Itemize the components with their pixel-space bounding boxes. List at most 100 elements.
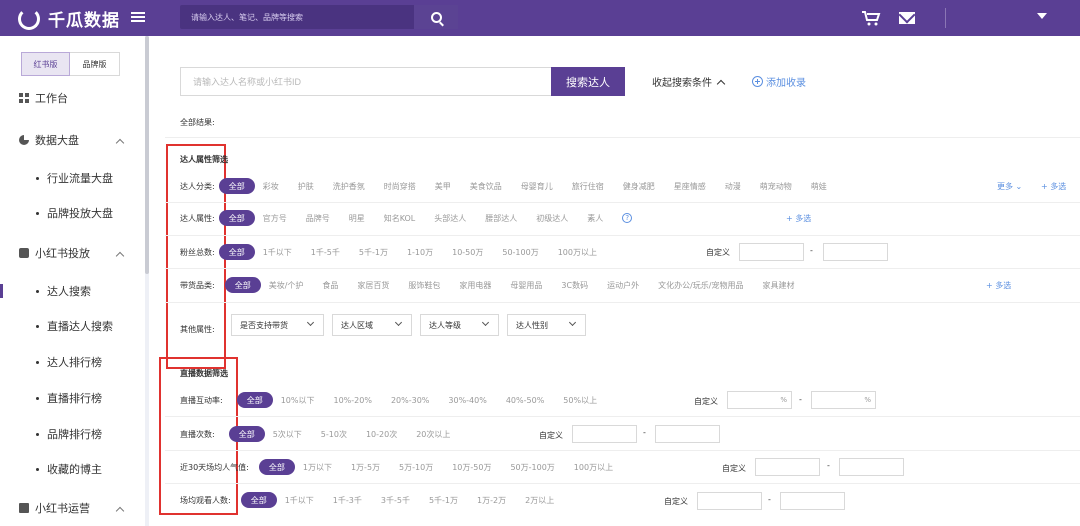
filter-option[interactable]: 健身减肥 bbox=[623, 181, 655, 192]
filter-option[interactable]: 20%-30% bbox=[391, 396, 429, 405]
filter-option[interactable]: 星座情感 bbox=[674, 181, 706, 192]
filter-option[interactable]: 母婴育儿 bbox=[521, 181, 553, 192]
filter-option[interactable]: 5万-10万 bbox=[399, 462, 433, 473]
filter-option-all[interactable]: 全部 bbox=[224, 277, 261, 293]
custom-min-input[interactable] bbox=[739, 243, 804, 261]
filter-option[interactable]: 30%-40% bbox=[448, 396, 486, 405]
filter-option[interactable]: 5-10次 bbox=[321, 429, 347, 440]
sidebar-item-brand-ranking[interactable]: 品牌排行榜 bbox=[36, 425, 102, 443]
dropdown-gender[interactable]: 达人性别 bbox=[507, 314, 586, 336]
filter-option-all[interactable]: 全部 bbox=[236, 392, 273, 408]
custom-min-input[interactable]: % bbox=[727, 391, 792, 409]
cart-icon[interactable] bbox=[861, 10, 881, 26]
filter-option[interactable]: 10-50万 bbox=[452, 247, 483, 258]
custom-max-input[interactable]: % bbox=[811, 391, 876, 409]
chevron-up-icon[interactable] bbox=[115, 506, 125, 516]
filter-option[interactable]: 1千以下 bbox=[285, 495, 314, 506]
filter-option[interactable]: 3C数码 bbox=[561, 280, 588, 291]
tab-brand[interactable]: 品牌版 bbox=[70, 52, 120, 76]
dropdown-support-goods[interactable]: 是否支持带货 bbox=[231, 314, 324, 336]
add-favorite-link[interactable]: 添加收录 bbox=[752, 74, 806, 89]
filter-option[interactable]: 初级达人 bbox=[536, 213, 568, 224]
filter-option[interactable]: 食品 bbox=[322, 280, 338, 291]
help-icon[interactable]: ? bbox=[622, 213, 633, 223]
filter-option[interactable]: 时尚穿搭 bbox=[384, 181, 416, 192]
kol-search-input[interactable] bbox=[181, 68, 551, 95]
collapse-filters-toggle[interactable]: 收起搜索条件 bbox=[652, 74, 726, 89]
filter-option[interactable]: 素人 bbox=[587, 213, 603, 224]
filter-option[interactable]: 10%-20% bbox=[333, 396, 371, 405]
filter-option-all[interactable]: 全部 bbox=[258, 459, 295, 475]
filter-option[interactable]: 10-20次 bbox=[366, 429, 397, 440]
sidebar-item-kol-search[interactable]: 达人搜索 bbox=[36, 282, 91, 300]
filter-option[interactable]: 10万-50万 bbox=[452, 462, 491, 473]
filter-option-all[interactable]: 全部 bbox=[218, 244, 255, 260]
multi-select-goods[interactable]: + 多选 bbox=[986, 280, 1011, 291]
sidebar-item-redbook-ads[interactable]: 小红书投放 bbox=[19, 243, 90, 263]
mail-icon[interactable] bbox=[899, 12, 915, 24]
filter-option[interactable]: 母婴用品 bbox=[510, 280, 542, 291]
filter-option[interactable]: 50万-100万 bbox=[510, 462, 554, 473]
filter-option[interactable]: 1万以下 bbox=[303, 462, 332, 473]
filter-option[interactable]: 彩妆 bbox=[263, 181, 279, 192]
filter-option[interactable]: 家用电器 bbox=[459, 280, 491, 291]
filter-option[interactable]: 5次以下 bbox=[273, 429, 302, 440]
filter-option[interactable]: 20次以上 bbox=[416, 429, 450, 440]
tab-redbook[interactable]: 红书版 bbox=[21, 52, 70, 76]
filter-option[interactable]: 美食饮品 bbox=[470, 181, 502, 192]
dropdown-level[interactable]: 达人等级 bbox=[420, 314, 499, 336]
filter-option[interactable]: 100万以上 bbox=[558, 247, 597, 258]
filter-option[interactable]: 官方号 bbox=[263, 213, 287, 224]
filter-option[interactable]: 40%-50% bbox=[506, 396, 544, 405]
sidebar-item-workbench[interactable]: 工作台 bbox=[19, 88, 68, 108]
filter-option[interactable]: 品牌号 bbox=[306, 213, 330, 224]
global-search-button[interactable] bbox=[414, 5, 458, 29]
filter-option[interactable]: 1千-5千 bbox=[311, 247, 340, 258]
custom-min-input[interactable] bbox=[697, 492, 762, 510]
more-categories-link[interactable]: 更多 ⌄ bbox=[997, 181, 1022, 192]
sidebar-item-favorites[interactable]: 收藏的博主 bbox=[36, 460, 102, 478]
filter-option[interactable]: 动漫 bbox=[725, 181, 741, 192]
filter-option[interactable]: 美妆/个护 bbox=[269, 280, 304, 291]
filter-option[interactable]: 1千以下 bbox=[263, 247, 292, 258]
custom-max-input[interactable] bbox=[780, 492, 845, 510]
sidebar-item-redbook-ops[interactable]: 小红书运营 bbox=[19, 498, 90, 518]
brand-logo[interactable]: 千瓜数据 bbox=[18, 6, 120, 31]
filter-option[interactable]: 50%以上 bbox=[563, 395, 597, 406]
filter-option[interactable]: 萌宠动物 bbox=[760, 181, 792, 192]
filter-option[interactable]: 洗护香氛 bbox=[333, 181, 365, 192]
filter-option[interactable]: 腰部达人 bbox=[485, 213, 517, 224]
filter-option[interactable]: 2万以上 bbox=[525, 495, 554, 506]
filter-option[interactable]: 美甲 bbox=[435, 181, 451, 192]
chevron-up-icon[interactable] bbox=[115, 138, 125, 148]
custom-max-input[interactable] bbox=[839, 458, 904, 476]
filter-option[interactable]: 明星 bbox=[349, 213, 365, 224]
sidebar-item-industry-traffic[interactable]: 行业流量大盘 bbox=[36, 169, 113, 187]
custom-min-input[interactable] bbox=[755, 458, 820, 476]
custom-min-input[interactable] bbox=[572, 425, 637, 443]
filter-option[interactable]: 10%以下 bbox=[281, 395, 315, 406]
custom-max-input[interactable] bbox=[655, 425, 720, 443]
filter-option[interactable]: 护肤 bbox=[298, 181, 314, 192]
custom-max-input[interactable] bbox=[823, 243, 888, 261]
filter-option-all[interactable]: 全部 bbox=[240, 492, 277, 508]
dropdown-region[interactable]: 达人区域 bbox=[332, 314, 412, 336]
chevron-up-icon[interactable] bbox=[115, 251, 125, 261]
sidebar-item-live-ranking[interactable]: 直播排行榜 bbox=[36, 389, 102, 407]
filter-option[interactable]: 头部达人 bbox=[434, 213, 466, 224]
multi-select-attribute[interactable]: + 多选 bbox=[786, 213, 811, 224]
filter-option[interactable]: 1-10万 bbox=[407, 247, 433, 258]
filter-option[interactable]: 5千-1万 bbox=[429, 495, 458, 506]
filter-option-all[interactable]: 全部 bbox=[228, 426, 265, 442]
filter-option[interactable]: 100万以上 bbox=[574, 462, 613, 473]
filter-option[interactable]: 家居百货 bbox=[357, 280, 389, 291]
global-search-input[interactable] bbox=[180, 5, 415, 29]
sidebar-scrollbar[interactable] bbox=[145, 36, 149, 526]
filter-option[interactable]: 家具建材 bbox=[762, 280, 794, 291]
sidebar-item-kol-ranking[interactable]: 达人排行榜 bbox=[36, 353, 102, 371]
filter-option-all[interactable]: 全部 bbox=[218, 178, 255, 194]
filter-option[interactable]: 50-100万 bbox=[502, 247, 538, 258]
filter-option[interactable]: 知名KOL bbox=[384, 213, 416, 224]
sidebar-item-dashboard[interactable]: 数据大盘 bbox=[19, 130, 79, 150]
filter-option[interactable]: 1万-5万 bbox=[351, 462, 380, 473]
